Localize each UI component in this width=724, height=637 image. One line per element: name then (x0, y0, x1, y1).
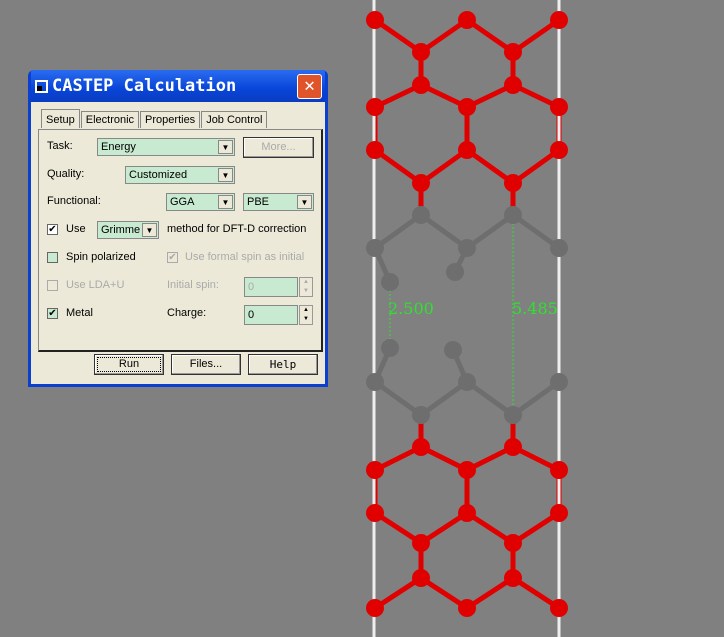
setup-panel: Task: Energy ▼ More... Quality: Customize… (38, 129, 323, 352)
dispersion-select[interactable]: Grimme ▼ (97, 221, 159, 239)
carbon-atom[interactable] (504, 406, 522, 424)
window-icon (35, 79, 48, 93)
charge-stepper[interactable]: ▲ ▼ (299, 305, 313, 325)
oxygen-atom[interactable] (550, 599, 568, 617)
oxygen-atom[interactable] (504, 76, 522, 94)
task-select[interactable]: Energy ▼ (97, 138, 235, 156)
lda-u-label: Use LDA+U (66, 279, 125, 291)
carbon-atom[interactable] (366, 373, 384, 391)
oxygen-atom[interactable] (412, 76, 430, 94)
castep-dialog: CASTEP Calculation ✕ Setup Electronic Pr… (28, 70, 328, 387)
oxygen-atom[interactable] (550, 141, 568, 159)
oxygen-atom[interactable] (458, 461, 476, 479)
tab-job-control[interactable]: Job Control (201, 111, 268, 128)
carbon-atom[interactable] (550, 239, 568, 257)
functional-label: Functional: (47, 195, 101, 207)
run-button[interactable]: Run (94, 354, 164, 375)
use-label: Use (66, 223, 86, 235)
oxygen-atom[interactable] (504, 569, 522, 587)
carbon-atom[interactable] (550, 373, 568, 391)
formal-spin-checkbox[interactable]: ✔ (167, 252, 178, 263)
functional-sub-select[interactable]: PBE ▼ (243, 193, 314, 211)
functional-sub-value: PBE (247, 196, 270, 208)
chevron-down-icon: ▼ (218, 168, 233, 182)
carbon-atom[interactable] (412, 406, 430, 424)
oxygen-atom[interactable] (412, 174, 430, 192)
oxygen-atom[interactable] (504, 534, 522, 552)
initial-spin-label: Initial spin: (167, 279, 219, 291)
carbon-atom[interactable] (366, 239, 384, 257)
oxygen-atom[interactable] (550, 504, 568, 522)
oxygen-atom[interactable] (366, 504, 384, 522)
oxygen-atom[interactable] (458, 599, 476, 617)
oxygen-atom[interactable] (458, 504, 476, 522)
chevron-down-icon: ▼ (297, 195, 312, 209)
oxygen-atom[interactable] (458, 141, 476, 159)
distance-label-1: 2.500 (388, 299, 434, 318)
carbon-atom[interactable] (504, 206, 522, 224)
help-button[interactable]: Help (248, 354, 318, 375)
dispersion-suffix: method for DFT-D correction (167, 223, 307, 235)
dispersion-value: Grimme (101, 224, 141, 236)
carbon-atom[interactable] (412, 206, 430, 224)
task-label: Task: (47, 140, 73, 152)
task-value: Energy (101, 141, 136, 153)
carbon-atom[interactable] (458, 373, 476, 391)
files-button[interactable]: Files... (171, 354, 241, 375)
chevron-down-icon: ▼ (142, 223, 157, 237)
initial-spin-input[interactable]: 0 (244, 277, 298, 297)
oxygen-atom[interactable] (458, 11, 476, 29)
tab-properties[interactable]: Properties (140, 111, 201, 128)
chevron-down-icon: ▼ (218, 140, 233, 154)
oxygen-atom[interactable] (412, 438, 430, 456)
more-button[interactable]: More... (243, 137, 314, 158)
oxygen-atom[interactable] (366, 98, 384, 116)
oxygen-atom[interactable] (366, 461, 384, 479)
spin-polarized-checkbox[interactable] (47, 252, 58, 263)
initial-spin-stepper[interactable]: ▲ ▼ (299, 277, 313, 297)
metal-label: Metal (66, 307, 93, 319)
quality-value: Customized (129, 169, 188, 181)
oxygen-atom[interactable] (504, 174, 522, 192)
functional-select[interactable]: GGA ▼ (166, 193, 235, 211)
oxygen-atom[interactable] (458, 98, 476, 116)
carbon-atom[interactable] (446, 263, 464, 281)
chevron-down-icon: ▼ (218, 195, 233, 209)
oxygen-atom[interactable] (412, 43, 430, 61)
oxygen-atom[interactable] (412, 534, 430, 552)
metal-checkbox[interactable]: ✔ (47, 308, 58, 319)
oxygen-atom[interactable] (550, 461, 568, 479)
tab-electronic[interactable]: Electronic (80, 111, 140, 128)
use-dispersion-checkbox[interactable]: ✔ (47, 224, 58, 235)
carbon-atom[interactable] (381, 339, 399, 357)
carbon-atom[interactable] (444, 341, 462, 359)
close-button[interactable]: ✕ (297, 74, 322, 99)
quality-select[interactable]: Customized ▼ (125, 166, 235, 184)
quality-label: Quality: (47, 168, 85, 180)
charge-label: Charge: (167, 307, 207, 319)
dialog-title: CASTEP Calculation (52, 76, 237, 96)
oxygen-atom[interactable] (550, 98, 568, 116)
distance-label-2: 5.485 (512, 299, 558, 318)
spin-polarized-label: Spin polarized (66, 251, 136, 263)
functional-value: GGA (170, 196, 195, 208)
oxygen-atom[interactable] (366, 599, 384, 617)
formal-spin-label: Use formal spin as initial (185, 251, 305, 263)
oxygen-atom[interactable] (366, 141, 384, 159)
title-bar[interactable]: CASTEP Calculation ✕ (31, 70, 325, 102)
oxygen-atom[interactable] (504, 438, 522, 456)
oxygen-atom[interactable] (366, 11, 384, 29)
charge-input[interactable]: 0 (244, 305, 298, 325)
oxygen-atom[interactable] (504, 43, 522, 61)
carbon-atom[interactable] (381, 273, 399, 291)
oxygen-atom[interactable] (550, 11, 568, 29)
carbon-atom[interactable] (458, 239, 476, 257)
lda-u-checkbox[interactable] (47, 280, 58, 291)
tab-setup[interactable]: Setup (41, 109, 80, 128)
oxygen-atom[interactable] (412, 569, 430, 587)
